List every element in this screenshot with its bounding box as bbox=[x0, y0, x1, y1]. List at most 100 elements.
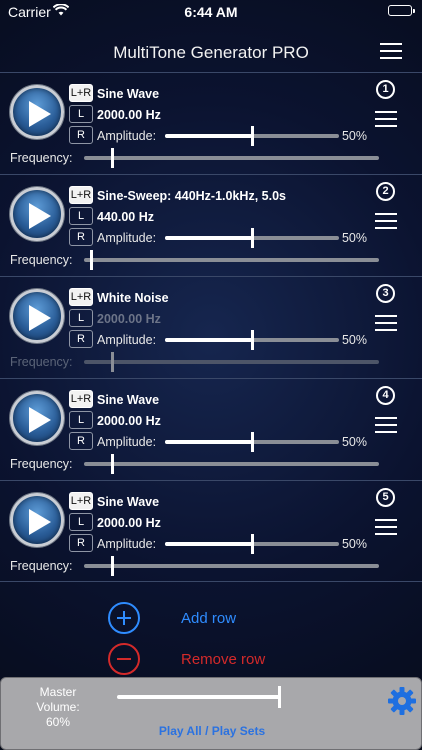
amplitude-slider-thumb[interactable] bbox=[251, 126, 254, 146]
frequency-slider[interactable] bbox=[84, 556, 379, 576]
frequency-value[interactable]: 2000.00 Hz bbox=[97, 414, 161, 428]
play-icon bbox=[29, 305, 51, 331]
amplitude-percent: 50% bbox=[341, 537, 367, 551]
master-volume-title: Master Volume: bbox=[36, 685, 80, 714]
frequency-label: Frequency: bbox=[10, 559, 73, 573]
frequency-slider-thumb[interactable] bbox=[111, 148, 114, 168]
channel-r-button[interactable]: R bbox=[69, 534, 93, 552]
frequency-slider[interactable] bbox=[84, 148, 379, 168]
frequency-label: Frequency: bbox=[10, 457, 73, 471]
row-number-badge: 2 bbox=[376, 182, 395, 201]
frequency-value[interactable]: 440.00 Hz bbox=[97, 210, 154, 224]
amplitude-label: Amplitude: bbox=[97, 435, 157, 449]
tone-row-3: L+R L R White Noise 2000.00 Hz Amplitude… bbox=[0, 276, 422, 378]
tone-rows: L+R L R Sine Wave 2000.00 Hz Amplitude: … bbox=[0, 72, 422, 582]
channel-l-button[interactable]: L bbox=[69, 207, 93, 225]
amplitude-slider-thumb[interactable] bbox=[251, 432, 254, 452]
amplitude-percent: 50% bbox=[341, 231, 367, 245]
channel-lr-button[interactable]: L+R bbox=[69, 186, 93, 204]
amplitude-slider-fill bbox=[165, 440, 252, 444]
waveform-label[interactable]: Sine Wave bbox=[97, 393, 159, 407]
amplitude-slider-thumb[interactable] bbox=[251, 228, 254, 248]
channel-lr-button[interactable]: L+R bbox=[69, 84, 93, 102]
amplitude-slider[interactable] bbox=[165, 126, 339, 146]
remove-row-button[interactable]: Remove row bbox=[108, 643, 368, 675]
frequency-slider[interactable] bbox=[84, 250, 379, 270]
add-row-label: Add row bbox=[181, 610, 237, 627]
frequency-value[interactable]: 2000.00 Hz bbox=[97, 108, 161, 122]
amplitude-slider-thumb[interactable] bbox=[251, 534, 254, 554]
page-title: MultiTone Generator PRO bbox=[113, 43, 309, 62]
frequency-value[interactable]: 2000.00 Hz bbox=[97, 516, 161, 530]
play-icon bbox=[29, 101, 51, 127]
channel-r-button[interactable]: R bbox=[69, 432, 93, 450]
frequency-label: Frequency: bbox=[10, 253, 73, 267]
row-menu-icon[interactable] bbox=[375, 213, 397, 229]
amplitude-percent: 50% bbox=[341, 333, 367, 347]
row-menu-icon[interactable] bbox=[375, 519, 397, 535]
channel-lr-button[interactable]: L+R bbox=[69, 288, 93, 306]
amplitude-slider-fill bbox=[165, 338, 252, 342]
channel-r-button[interactable]: R bbox=[69, 126, 93, 144]
play-button[interactable] bbox=[10, 391, 64, 445]
amplitude-slider[interactable] bbox=[165, 432, 339, 452]
frequency-slider-thumb[interactable] bbox=[111, 454, 114, 474]
gear-icon[interactable] bbox=[387, 686, 417, 721]
frequency-label: Frequency: bbox=[10, 151, 73, 165]
channel-r-button[interactable]: R bbox=[69, 228, 93, 246]
waveform-label[interactable]: Sine Wave bbox=[97, 495, 159, 509]
hamburger-menu-icon[interactable] bbox=[380, 43, 402, 59]
row-number-badge: 3 bbox=[376, 284, 395, 303]
frequency-slider-thumb[interactable] bbox=[111, 556, 114, 576]
row-number-badge: 5 bbox=[376, 488, 395, 507]
play-icon bbox=[29, 407, 51, 433]
amplitude-label: Amplitude: bbox=[97, 537, 157, 551]
plus-icon bbox=[108, 602, 140, 634]
row-number-badge: 1 bbox=[376, 80, 395, 99]
play-icon bbox=[29, 203, 51, 229]
nav-bar: MultiTone Generator PRO bbox=[0, 22, 422, 72]
amplitude-slider[interactable] bbox=[165, 330, 339, 350]
amplitude-slider[interactable] bbox=[165, 534, 339, 554]
channel-l-button[interactable]: L bbox=[69, 309, 93, 327]
frequency-slider-thumb[interactable] bbox=[90, 250, 93, 270]
frequency-value[interactable]: 2000.00 Hz bbox=[97, 312, 161, 326]
waveform-label[interactable]: Sine Wave bbox=[97, 87, 159, 101]
row-menu-icon[interactable] bbox=[375, 111, 397, 127]
play-all-button[interactable]: Play All / Play Sets bbox=[1, 724, 422, 738]
row-menu-icon[interactable] bbox=[375, 417, 397, 433]
channel-l-button[interactable]: L bbox=[69, 513, 93, 531]
amplitude-slider-thumb[interactable] bbox=[251, 330, 254, 350]
frequency-slider-thumb[interactable] bbox=[111, 352, 114, 372]
tone-row-1: L+R L R Sine Wave 2000.00 Hz Amplitude: … bbox=[0, 72, 422, 174]
row-menu-icon[interactable] bbox=[375, 315, 397, 331]
master-panel: Master Volume: 60% Play All / Play Sets bbox=[0, 677, 422, 750]
play-icon bbox=[29, 509, 51, 535]
master-volume-slider[interactable] bbox=[117, 686, 281, 708]
frequency-slider[interactable] bbox=[84, 454, 379, 474]
amplitude-slider-fill bbox=[165, 542, 252, 546]
status-bar: Carrier 6:44 AM bbox=[0, 0, 422, 22]
tone-row-2: L+R L R Sine-Sweep: 440Hz-1.0kHz, 5.0s 4… bbox=[0, 174, 422, 276]
play-button[interactable] bbox=[10, 187, 64, 241]
play-button[interactable] bbox=[10, 289, 64, 343]
amplitude-percent: 50% bbox=[341, 129, 367, 143]
waveform-label[interactable]: White Noise bbox=[97, 291, 169, 305]
channel-r-button[interactable]: R bbox=[69, 330, 93, 348]
tone-row-5: L+R L R Sine Wave 2000.00 Hz Amplitude: … bbox=[0, 480, 422, 582]
channel-lr-button[interactable]: L+R bbox=[69, 492, 93, 510]
play-button[interactable] bbox=[10, 85, 64, 139]
play-button[interactable] bbox=[10, 493, 64, 547]
channel-l-button[interactable]: L bbox=[69, 411, 93, 429]
master-volume-thumb[interactable] bbox=[278, 686, 281, 708]
waveform-label[interactable]: Sine-Sweep: 440Hz-1.0kHz, 5.0s bbox=[97, 189, 286, 203]
amplitude-slider[interactable] bbox=[165, 228, 339, 248]
frequency-slider[interactable] bbox=[84, 352, 379, 372]
frequency-label: Frequency: bbox=[10, 355, 73, 369]
status-time: 6:44 AM bbox=[184, 4, 238, 20]
add-row-button[interactable]: Add row bbox=[108, 602, 368, 634]
channel-l-button[interactable]: L bbox=[69, 105, 93, 123]
tone-row-4: L+R L R Sine Wave 2000.00 Hz Amplitude: … bbox=[0, 378, 422, 480]
amplitude-slider-fill bbox=[165, 236, 252, 240]
channel-lr-button[interactable]: L+R bbox=[69, 390, 93, 408]
